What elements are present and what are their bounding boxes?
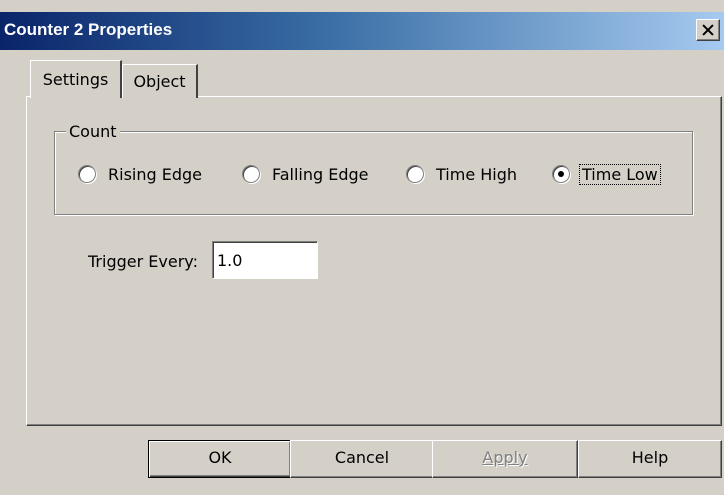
radio-button-icon[interactable]	[406, 165, 424, 183]
help-button[interactable]: Help	[578, 440, 722, 478]
window-title: Counter 2 Properties	[4, 20, 173, 39]
radio-falling-edge[interactable]: Falling Edge	[242, 161, 371, 187]
radio-falling-edge-label: Falling Edge	[272, 164, 369, 184]
radio-rising-edge[interactable]: Rising Edge	[78, 161, 204, 187]
radio-time-low-label: Time Low	[579, 163, 661, 185]
properties-dialog: Counter 2 Properties Settings Object Cou…	[0, 0, 724, 495]
radio-dot-icon	[558, 171, 564, 177]
trigger-every-label: Trigger Every:	[88, 252, 198, 271]
apply-button-label: Apply	[482, 448, 528, 467]
radio-time-high-label: Time High	[436, 164, 518, 184]
ok-button-label: OK	[208, 448, 232, 467]
close-icon[interactable]	[696, 19, 720, 41]
tab-settings-label: Settings	[42, 70, 109, 89]
tab-object[interactable]: Object	[122, 64, 198, 98]
tab-object-label: Object	[133, 72, 186, 91]
tab-settings[interactable]: Settings	[30, 60, 122, 98]
radio-time-high[interactable]: Time High	[406, 161, 519, 187]
cancel-button[interactable]: Cancel	[290, 440, 434, 478]
count-group-label: Count	[66, 122, 120, 141]
trigger-every-input[interactable]	[212, 241, 318, 279]
radio-rising-edge-label: Rising Edge	[108, 164, 202, 184]
radio-button-icon[interactable]	[78, 165, 96, 183]
radio-time-low[interactable]: Time Low	[552, 161, 661, 187]
title-bar[interactable]: Counter 2 Properties	[0, 12, 724, 50]
cancel-button-label: Cancel	[334, 448, 390, 467]
help-button-label: Help	[631, 448, 669, 467]
ok-button[interactable]: OK	[148, 440, 292, 478]
radio-button-icon[interactable]	[242, 165, 260, 183]
apply-button[interactable]: Apply	[432, 440, 578, 478]
radio-button-selected-icon[interactable]	[552, 165, 570, 183]
